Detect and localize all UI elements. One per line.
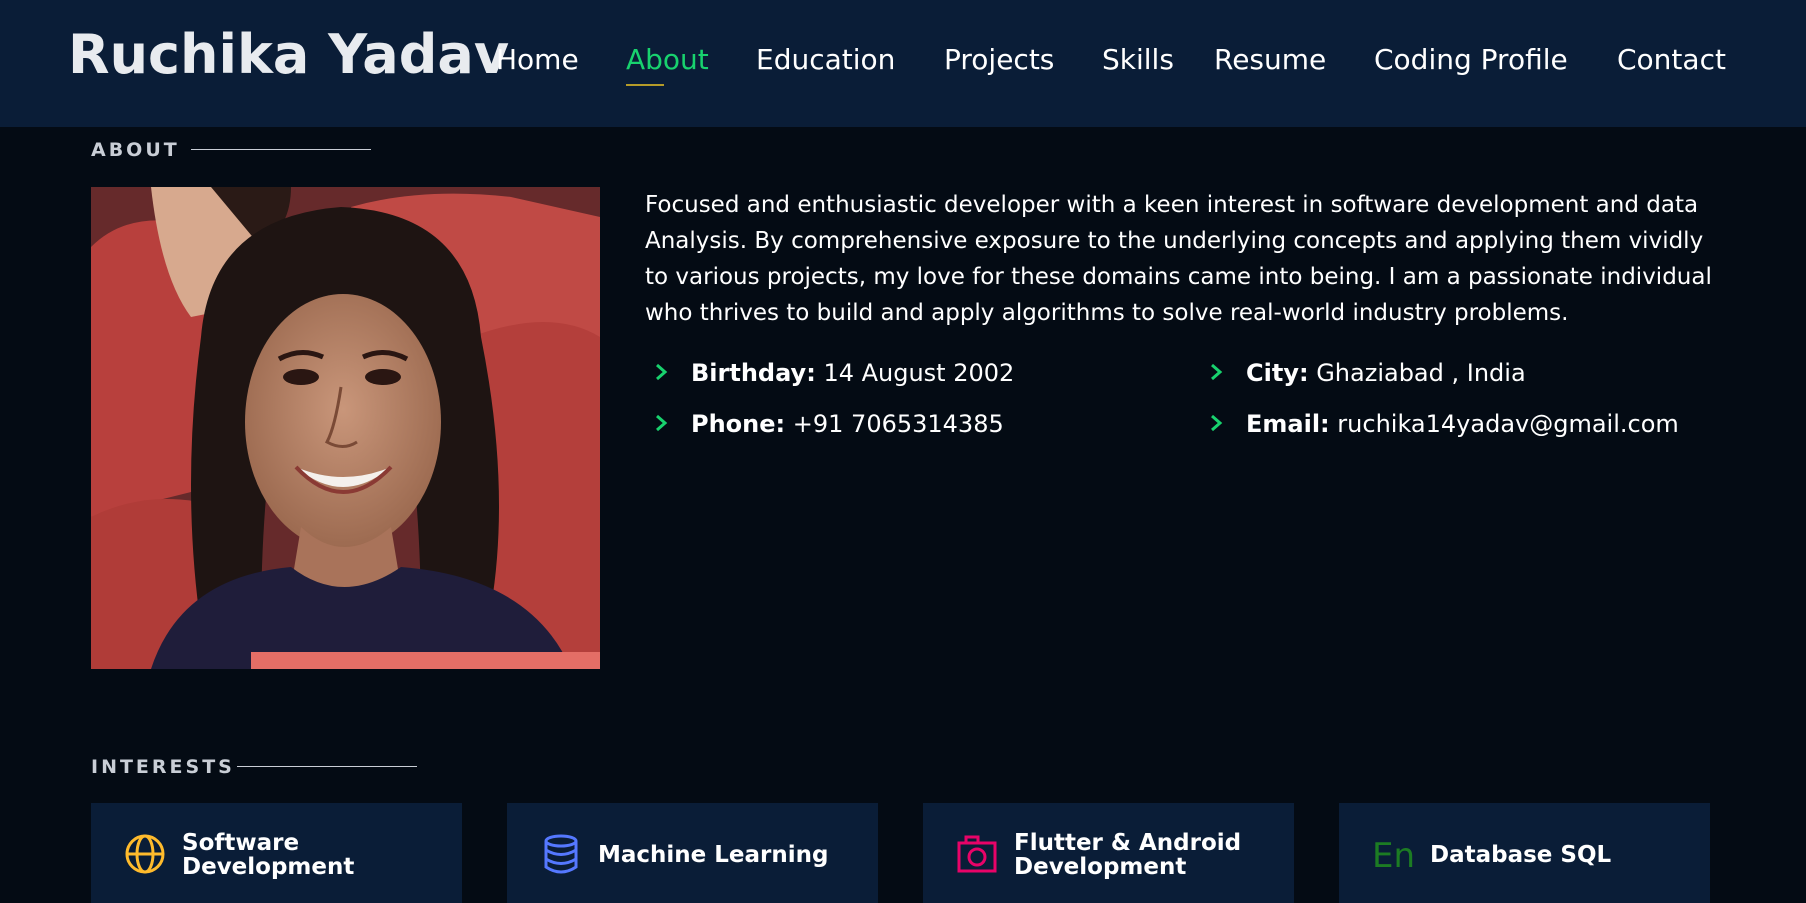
interest-line2: Development <box>1014 854 1187 880</box>
camera-icon <box>957 835 997 873</box>
nav-skills[interactable]: Skills <box>1102 38 1174 82</box>
nav-about[interactable]: About <box>626 38 709 86</box>
nav-about-label: About <box>626 43 709 76</box>
main-nav: Home About Education Projects Skills Res… <box>0 0 1806 127</box>
interest-line1: Flutter & Android <box>1014 830 1242 856</box>
en-icon: En <box>1372 836 1414 875</box>
chevron-right-icon <box>1211 414 1223 432</box>
email-value[interactable]: ruchika14yadav@gmail.com <box>1337 410 1678 438</box>
nav-contact[interactable]: Contact <box>1617 38 1726 82</box>
city-label: City: <box>1246 359 1309 387</box>
nav-coding-profile[interactable]: Coding Profile <box>1374 38 1568 82</box>
database-icon <box>544 834 578 874</box>
interest-card-sql[interactable]: En Database SQL <box>1339 803 1710 903</box>
about-heading-line <box>191 149 371 150</box>
email-label: Email: <box>1246 410 1330 438</box>
info-email-content: Email: ruchika14yadav@gmail.com <box>1246 407 1679 441</box>
interest-label: Database SQL <box>1430 842 1612 868</box>
interest-line2: Development <box>182 854 355 880</box>
nav-home[interactable]: Home <box>496 38 579 82</box>
interest-label: Flutter & Android Development <box>1014 831 1284 879</box>
interests-heading: INTERESTS <box>91 756 235 778</box>
info-phone-content: Phone: +91 7065314385 <box>691 407 1004 441</box>
interest-card-flutter[interactable]: Flutter & Android Development <box>923 803 1294 903</box>
interests-heading-line <box>237 766 417 767</box>
interest-line1: Software <box>182 830 300 856</box>
nav-active-underline <box>626 84 664 86</box>
interest-label: Machine Learning <box>598 842 829 868</box>
globe-icon <box>125 834 165 874</box>
city-value: Ghaziabad , India <box>1316 359 1526 387</box>
site-header: Ruchika Yadav Home About Education Proje… <box>0 0 1806 127</box>
birthday-label: Birthday: <box>691 359 816 387</box>
nav-resume[interactable]: Resume <box>1214 38 1326 82</box>
phone-label: Phone: <box>691 410 786 438</box>
phone-value: +91 7065314385 <box>792 410 1004 438</box>
interest-card-ml[interactable]: Machine Learning <box>507 803 878 903</box>
info-city-content: City: Ghaziabad , India <box>1246 356 1526 390</box>
interest-label: Software Development <box>182 831 452 879</box>
about-heading: ABOUT <box>91 139 180 161</box>
nav-education[interactable]: Education <box>756 38 895 82</box>
chevron-right-icon <box>656 414 668 432</box>
interest-card-software[interactable]: Software Development <box>91 803 462 903</box>
chevron-right-icon <box>656 363 668 381</box>
profile-photo <box>91 187 600 669</box>
birthday-value: 14 August 2002 <box>823 359 1015 387</box>
en-icon-text: En <box>1372 836 1414 875</box>
about-description: Focused and enthusiastic developer with … <box>645 192 1712 326</box>
profile-photo-image <box>91 187 600 669</box>
nav-projects[interactable]: Projects <box>944 38 1054 82</box>
chevron-right-icon <box>1211 363 1223 381</box>
info-birthday-content: Birthday: 14 August 2002 <box>691 356 1014 390</box>
